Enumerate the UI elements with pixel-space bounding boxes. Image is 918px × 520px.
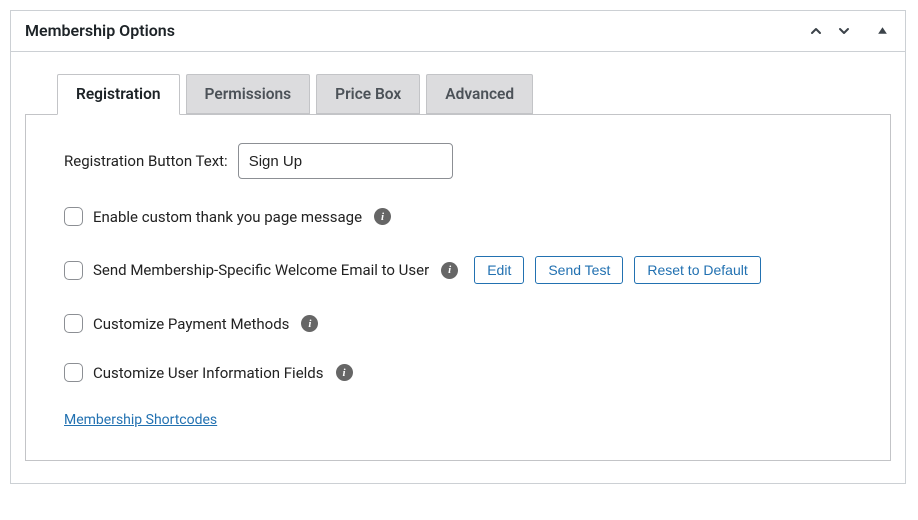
membership-options-panel: Membership Options Registration Permissi… <box>10 10 906 484</box>
panel-header: Membership Options <box>11 11 905 52</box>
move-up-icon[interactable] <box>807 22 825 40</box>
reset-button[interactable]: Reset to Default <box>634 256 760 284</box>
tab-price-box[interactable]: Price Box <box>316 74 420 114</box>
registration-button-text-row: Registration Button Text: <box>64 143 852 179</box>
thank-you-row: Enable custom thank you page message i <box>64 207 852 226</box>
tab-permissions[interactable]: Permissions <box>186 74 311 114</box>
collapse-icon[interactable] <box>873 22 891 40</box>
thank-you-checkbox[interactable] <box>64 207 83 226</box>
thank-you-label: Enable custom thank you page message <box>93 208 362 226</box>
info-icon[interactable]: i <box>374 208 391 225</box>
move-down-icon[interactable] <box>835 22 853 40</box>
tab-content-registration: Registration Button Text: Enable custom … <box>25 114 891 461</box>
send-test-button[interactable]: Send Test <box>535 256 623 284</box>
edit-button[interactable]: Edit <box>474 256 524 284</box>
customize-fields-label: Customize User Information Fields <box>93 364 324 382</box>
registration-button-text-label: Registration Button Text: <box>64 152 228 170</box>
welcome-email-buttons: Edit Send Test Reset to Default <box>470 256 761 284</box>
info-icon[interactable]: i <box>441 262 458 279</box>
welcome-email-checkbox[interactable] <box>64 261 83 280</box>
tab-row: Registration Permissions Price Box Advan… <box>57 74 891 114</box>
tab-advanced[interactable]: Advanced <box>426 74 533 114</box>
panel-controls <box>807 22 891 40</box>
panel-body: Registration Permissions Price Box Advan… <box>11 52 905 483</box>
customize-payment-row: Customize Payment Methods i <box>64 314 852 333</box>
shortcodes-link-row: Membership Shortcodes <box>64 412 852 428</box>
customize-fields-checkbox[interactable] <box>64 363 83 382</box>
membership-shortcodes-link[interactable]: Membership Shortcodes <box>64 412 217 428</box>
panel-title: Membership Options <box>25 21 175 40</box>
tab-wrapper: Registration Permissions Price Box Advan… <box>25 74 891 461</box>
tab-registration[interactable]: Registration <box>57 74 180 115</box>
info-icon[interactable]: i <box>336 364 353 381</box>
welcome-email-row: Send Membership-Specific Welcome Email t… <box>64 256 852 284</box>
customize-fields-row: Customize User Information Fields i <box>64 363 852 382</box>
customize-payment-label: Customize Payment Methods <box>93 315 289 333</box>
welcome-email-label: Send Membership-Specific Welcome Email t… <box>93 261 429 279</box>
registration-button-text-input[interactable] <box>238 143 453 179</box>
info-icon[interactable]: i <box>301 315 318 332</box>
customize-payment-checkbox[interactable] <box>64 314 83 333</box>
